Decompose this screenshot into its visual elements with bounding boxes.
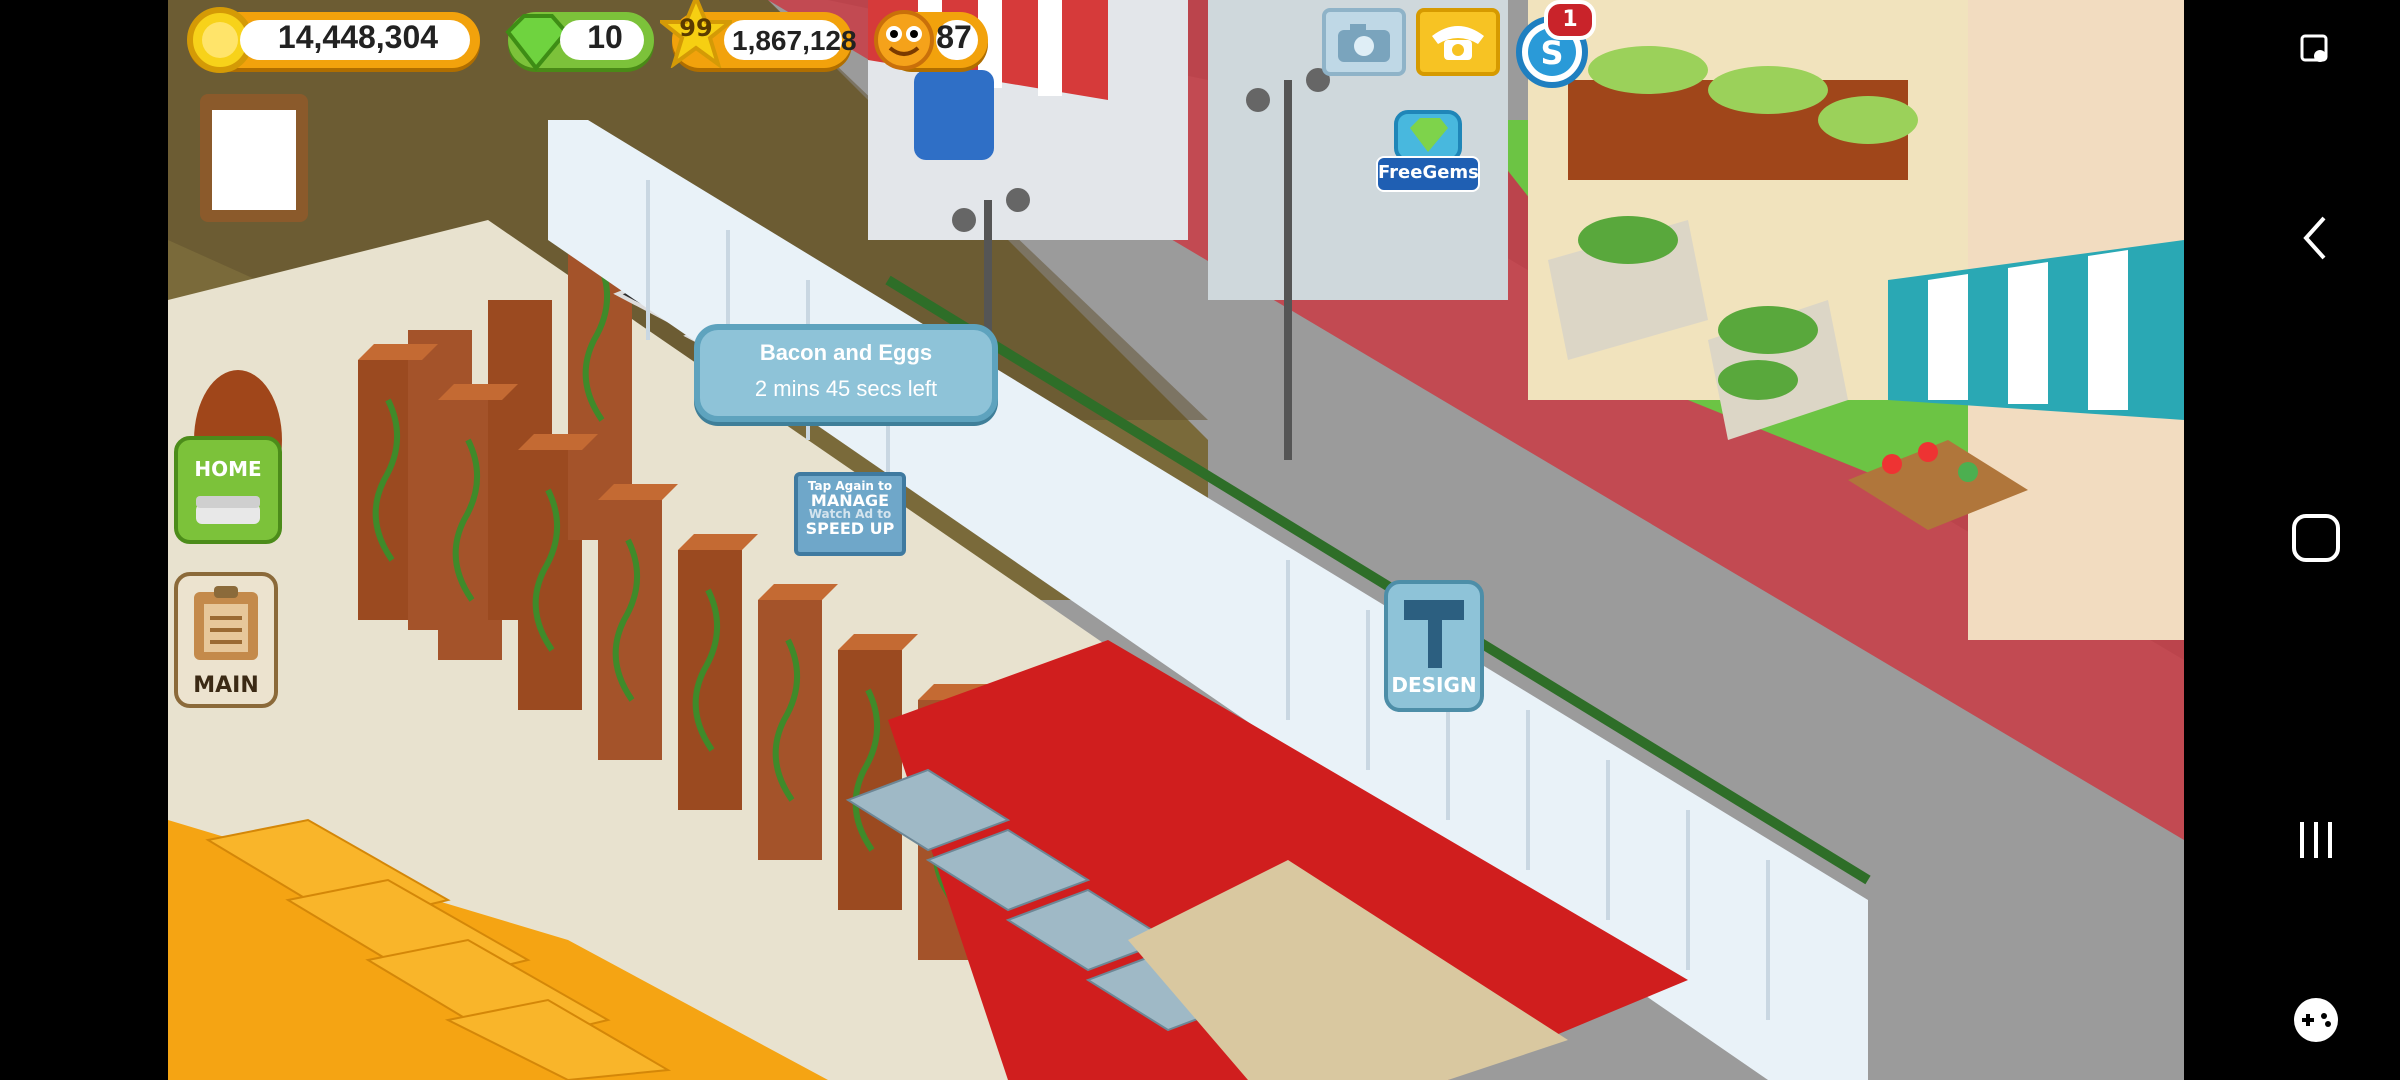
camera-button[interactable] bbox=[1322, 8, 1406, 76]
home-label: HOME bbox=[194, 460, 262, 482]
friend-counter[interactable]: 87 bbox=[874, 10, 988, 70]
screen-pin-icon[interactable] bbox=[2294, 30, 2338, 74]
dish-time-left: 2 mins 45 secs left bbox=[754, 378, 938, 402]
home-icon bbox=[196, 496, 260, 524]
dish-timer-tooltip: Bacon and Eggs 2 mins 45 secs left bbox=[694, 324, 998, 422]
camera-icon bbox=[1338, 24, 1390, 62]
hammer-icon bbox=[1404, 600, 1464, 668]
gem-value: 10 bbox=[587, 22, 623, 56]
coin-counter[interactable]: 14,448,304 bbox=[187, 7, 480, 73]
design-label: DESIGN bbox=[1391, 676, 1477, 698]
main-label: MAIN bbox=[193, 672, 259, 698]
design-button[interactable]: DESIGN bbox=[1384, 580, 1484, 712]
free-gems-button[interactable]: FreeGems bbox=[1376, 104, 1480, 192]
prompt-line-3: Watch Ad to bbox=[808, 508, 892, 522]
main-button[interactable]: MAIN bbox=[174, 572, 278, 708]
friend-value: 87 bbox=[936, 22, 972, 56]
home-button[interactable]: HOME bbox=[174, 436, 282, 544]
stove-manage-prompt[interactable]: Tap Again to MANAGE Watch Ad to SPEED UP bbox=[794, 472, 906, 556]
notification-badge: 1 bbox=[1544, 0, 1596, 40]
recents-icon[interactable] bbox=[2288, 812, 2344, 868]
friend-face-icon bbox=[874, 10, 934, 70]
clipboard-icon bbox=[194, 586, 258, 660]
phone-icon bbox=[1432, 26, 1484, 60]
free-gems-label: FreeGems bbox=[1376, 156, 1480, 192]
restaurant-scene bbox=[168, 0, 2184, 1080]
dish-name: Bacon and Eggs bbox=[759, 342, 933, 366]
level-value: 99 bbox=[679, 14, 713, 42]
xp-value: 1,867,128 bbox=[732, 24, 857, 56]
star-icon: 99 bbox=[660, 0, 732, 68]
game-tools-icon[interactable] bbox=[2288, 992, 2344, 1048]
prompt-line-4: SPEED UP bbox=[805, 520, 895, 538]
left-letterbox bbox=[0, 0, 168, 1080]
coin-value: 14,448,304 bbox=[277, 22, 439, 56]
back-icon[interactable] bbox=[2296, 210, 2336, 266]
phone-button[interactable] bbox=[1416, 8, 1500, 76]
system-nav-bar bbox=[2232, 0, 2400, 1080]
home-nav-icon[interactable] bbox=[2288, 510, 2344, 566]
gem-counter[interactable]: 10 bbox=[505, 12, 654, 72]
game-viewport[interactable]: 14,448,304 10 1,867,128 99 87 S 1 FreeGe… bbox=[168, 0, 2184, 1080]
tv-gem-icon bbox=[1394, 110, 1462, 162]
